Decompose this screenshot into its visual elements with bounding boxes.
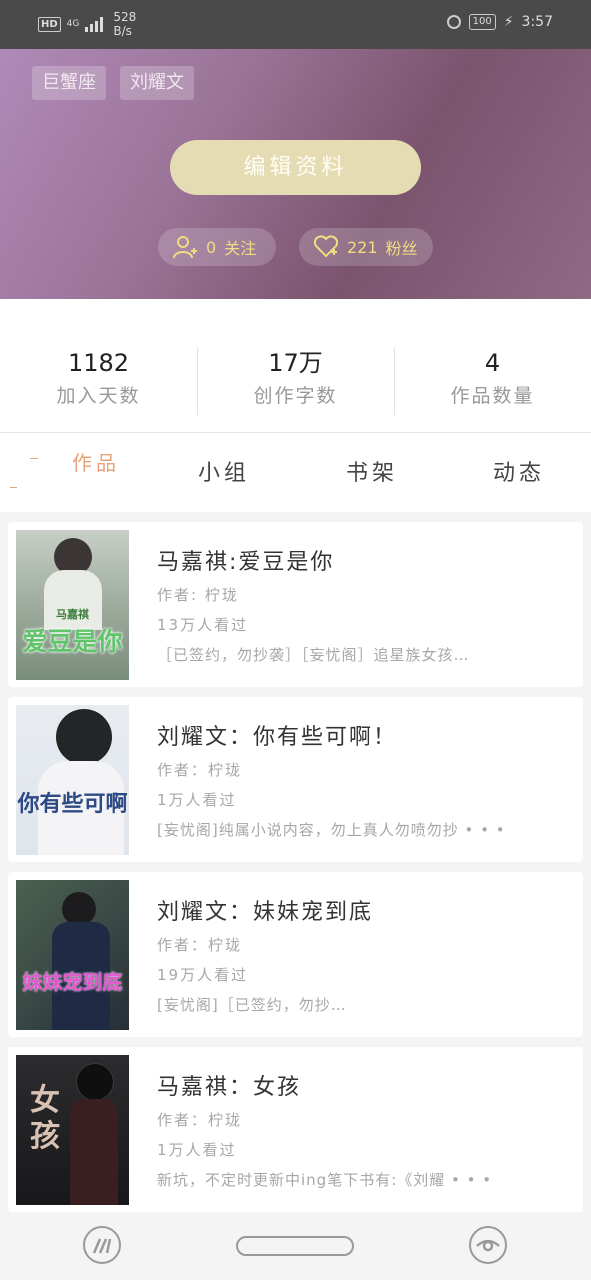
active-tab-mark — [30, 458, 38, 459]
clock: 3:57 — [521, 14, 553, 30]
work-views: 13万人看过 — [157, 616, 249, 634]
work-card[interactable]: 你有些可啊 刘耀文：你有些可啊！ 作者：柠珑 1万人看过 [妄忧阁]纯属小说内容… — [8, 697, 583, 862]
follow-count: 0 — [206, 237, 217, 257]
work-author: 作者: 柠珑 — [157, 586, 239, 604]
app-switch-icon[interactable] — [83, 1226, 121, 1264]
work-description: ［已签约，勿抄袭］［妄忧阁］追星族女孩… — [157, 646, 470, 664]
stat-value: 17万 — [268, 349, 323, 377]
follow-button[interactable]: 0 关注 — [158, 228, 276, 266]
work-author: 作者：柠珑 — [157, 761, 243, 779]
home-pill[interactable] — [236, 1236, 354, 1256]
stat-label: 加入天数 — [56, 385, 141, 407]
work-description: 新坑，不定时更新中ing笔下书有:《刘耀 • • • — [157, 1171, 493, 1189]
signal-icon — [85, 16, 104, 32]
battery-icon: 100 — [468, 14, 496, 30]
tab-works[interactable]: 作品 — [72, 447, 120, 476]
hd-badge: HD — [38, 16, 61, 32]
heart-plus-icon — [313, 235, 339, 258]
work-author: 作者：柠珑 — [157, 1111, 243, 1129]
cover-figure — [62, 892, 96, 926]
tab-activity[interactable]: 动态 — [493, 455, 545, 487]
charging-icon: ⚡ — [503, 14, 514, 30]
stat-value: 1182 — [67, 349, 130, 377]
network-type: 4G — [66, 19, 80, 29]
status-right: 100 ⚡ 3:57 — [446, 14, 553, 30]
fans-label: 粉丝 — [385, 239, 418, 258]
network-speed: 528 B/s — [113, 10, 136, 38]
stat-label: 创作字数 — [253, 385, 338, 407]
system-nav-bar — [0, 1214, 591, 1280]
work-title: 刘耀文：你有些可啊！ — [157, 725, 398, 750]
profile-banner: 巨蟹座 刘耀文 编辑资料 0 关注 221 粉丝 — [0, 49, 591, 299]
work-card[interactable]: 妹妹宠到底 刘耀文：妹妹宠到底 作者：柠珑 19万人看过 [妄忧阁]［已签约，勿… — [8, 872, 583, 1037]
cover-figure — [76, 1063, 114, 1101]
fans-count: 221 — [347, 237, 378, 257]
work-views: 1万人看过 — [157, 1141, 237, 1159]
cover-figure — [56, 709, 112, 765]
follow-label: 关注 — [224, 239, 257, 258]
work-title: 马嘉祺：女孩 — [157, 1075, 302, 1100]
cover-title: 妹妹宠到底 — [22, 970, 123, 994]
cover-title: 你有些可啊 — [17, 791, 128, 817]
book-cover[interactable]: 马嘉祺 爱豆是你 — [16, 530, 129, 680]
speed-unit: B/s — [113, 24, 132, 38]
favorite-tag[interactable]: 刘耀文 — [120, 66, 194, 100]
speed-value: 528 — [113, 10, 137, 24]
tab-bar: 作品 小组 书架 动态 — [0, 433, 591, 512]
book-cover[interactable]: 女孩 — [16, 1055, 129, 1205]
stat-join-days: 1182 加入天数 — [0, 347, 197, 411]
multitask-icon — [92, 1238, 112, 1254]
tab-groups[interactable]: 小组 — [198, 455, 250, 487]
work-card[interactable]: 马嘉祺 爱豆是你 马嘉祺:爱豆是你 作者: 柠珑 13万人看过 ［已签约，勿抄袭… — [8, 522, 583, 687]
assistant-icon[interactable] — [469, 1226, 507, 1264]
stat-works-count: 4 作品数量 — [394, 347, 591, 411]
work-author: 作者：柠珑 — [157, 936, 243, 954]
cover-figure-body — [70, 1099, 118, 1205]
book-cover[interactable]: 你有些可啊 — [16, 705, 129, 855]
work-title: 马嘉祺:爱豆是你 — [157, 550, 335, 575]
stat-word-count: 17万 创作字数 — [197, 347, 394, 411]
user-add-icon — [173, 236, 197, 259]
work-card[interactable]: 女孩 马嘉祺：女孩 作者：柠珑 1万人看过 新坑，不定时更新中ing笔下书有:《… — [8, 1047, 583, 1212]
cover-subtitle: 马嘉祺 — [56, 608, 89, 621]
fans-button[interactable]: 221 粉丝 — [299, 228, 433, 266]
edit-profile-button[interactable]: 编辑资料 — [170, 140, 421, 195]
stats-panel: 1182 加入天数 17万 创作字数 4 作品数量 — [0, 299, 591, 433]
work-description: [妄忧阁]纯属小说内容，勿上真人勿喷勿抄 • • • — [157, 821, 506, 839]
status-bar: HD 4G 528 B/s 100 ⚡ 3:57 — [0, 0, 591, 49]
status-left: HD 4G 528 B/s — [38, 10, 136, 38]
work-views: 19万人看过 — [157, 966, 249, 984]
work-views: 1万人看过 — [157, 791, 237, 809]
work-description: [妄忧阁]［已签约，勿抄… — [157, 996, 347, 1014]
work-title: 刘耀文：妹妹宠到底 — [157, 900, 374, 925]
cover-title: 女孩 — [30, 1083, 60, 1154]
stat-label: 作品数量 — [450, 385, 535, 407]
cover-title: 爱豆是你 — [22, 627, 123, 656]
zodiac-tag[interactable]: 巨蟹座 — [32, 66, 106, 100]
alarm-icon — [446, 15, 461, 29]
tab-bookshelf[interactable]: 书架 — [346, 455, 398, 487]
book-cover[interactable]: 妹妹宠到底 — [16, 880, 129, 1030]
stat-value: 4 — [484, 349, 501, 377]
active-tab-mark — [10, 487, 17, 488]
eye-icon — [476, 1239, 500, 1252]
